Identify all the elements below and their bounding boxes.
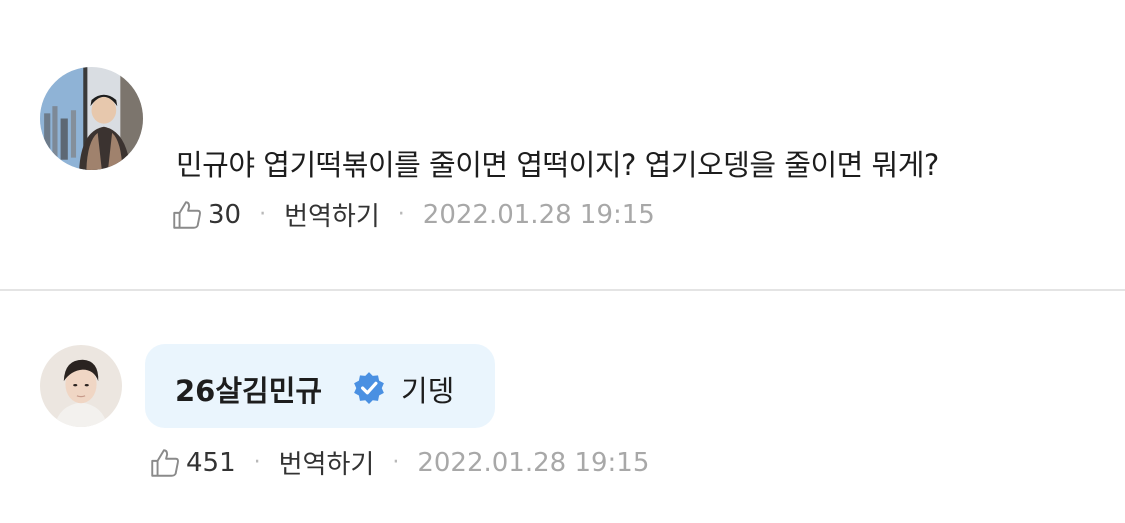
thumbs-up-icon [173, 200, 201, 229]
reply-author-name[interactable]: 26살김민규 [175, 368, 322, 410]
reply-meta: 451 · 번역하기 · 2022.01.28 19:15 [148, 444, 649, 481]
reply-text: 기뎅 [401, 374, 455, 408]
separator-dot: · [253, 450, 261, 475]
reply-like-count: 451 [186, 447, 236, 478]
commenter-avatar[interactable] [40, 67, 143, 170]
separator-dot: · [259, 202, 267, 227]
comment-translate-button[interactable]: 번역하기 [284, 196, 380, 233]
reply-author-avatar[interactable] [40, 345, 122, 427]
separator-dot: · [392, 450, 400, 475]
comment-like-count: 30 [208, 199, 242, 230]
reply-like-button[interactable]: 451 [148, 446, 236, 480]
separator-dot: · [397, 202, 405, 227]
comment-meta: 30 · 번역하기 · 2022.01.28 19:15 [170, 196, 655, 233]
divider [0, 289, 1125, 291]
comment-like-button[interactable]: 30 [170, 198, 241, 232]
verified-badge-icon [352, 370, 386, 404]
thumbs-up-icon [151, 448, 179, 477]
reply-timestamp: 2022.01.28 19:15 [417, 447, 650, 478]
comment-timestamp: 2022.01.28 19:15 [422, 199, 655, 230]
comment-text: 민규야 엽기떡볶이를 줄이면 엽떡이지? 엽기오뎅을 줄이면 뭐게? [176, 148, 939, 182]
reply-bubble: 26살김민규 기뎅 [145, 344, 495, 428]
reply-translate-button[interactable]: 번역하기 [279, 444, 375, 481]
commenter-username[interactable] [176, 76, 216, 100]
